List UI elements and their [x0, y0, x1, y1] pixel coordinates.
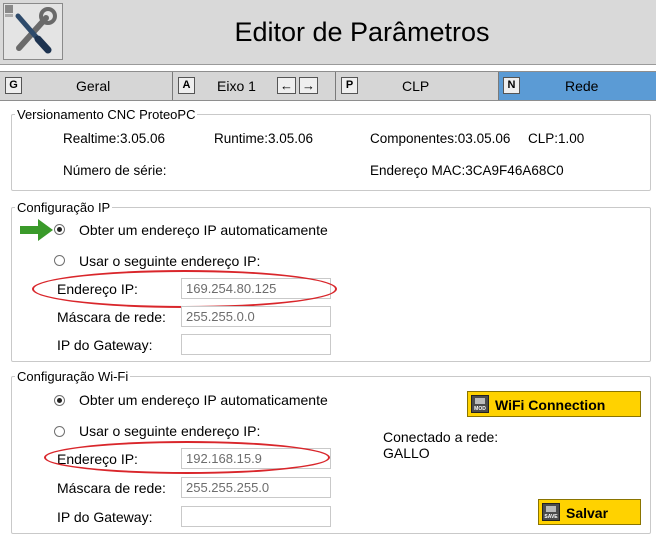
runtime-version: Runtime:3.05.06	[214, 131, 314, 146]
wifi-gateway-label: IP do Gateway:	[57, 509, 153, 525]
mod-icon: MOD	[471, 395, 489, 413]
highlight-oval	[44, 441, 330, 474]
subnet-mask-label: Máscara de rede:	[57, 309, 166, 325]
wifi-auto-label: Obter um endereço IP automaticamente	[79, 392, 328, 408]
tab-label: CLP	[402, 78, 430, 94]
tools-icon	[5, 5, 57, 54]
wifi-manual-radio[interactable]	[54, 426, 65, 437]
gateway-input[interactable]	[181, 334, 331, 355]
tab-rede[interactable]: N Rede	[499, 72, 656, 100]
tab-key-g: G	[5, 77, 22, 94]
wifi-subnet-mask-input[interactable]: 255.255.255.0	[181, 477, 331, 498]
ip-manual-radio[interactable]	[54, 255, 65, 266]
realtime-version: Realtime:3.05.06	[63, 131, 166, 146]
save-icon: SAVE	[542, 503, 560, 521]
wifi-gateway-input[interactable]	[181, 506, 331, 527]
serial-number-label: Número de série:	[63, 163, 167, 178]
tab-key-n: N	[503, 77, 520, 94]
mac-address: Endereço MAC:3CA9F46A68C0	[370, 163, 564, 178]
arrow-left-icon[interactable]: ←	[277, 77, 296, 94]
versioning-legend: Versionamento CNC ProteoPC	[17, 107, 196, 122]
ip-config-legend: Configuração IP	[17, 200, 111, 215]
tab-label: Rede	[565, 78, 599, 94]
gateway-label: IP do Gateway:	[57, 337, 153, 353]
connected-network-name: GALLO	[383, 445, 430, 461]
versioning-group: Versionamento CNC ProteoPC	[11, 107, 651, 191]
ip-manual-label: Usar o seguinte endereço IP:	[79, 253, 261, 269]
subnet-mask-input[interactable]: 255.255.0.0	[181, 306, 331, 327]
wifi-config-legend: Configuração Wi-Fi	[17, 369, 129, 384]
wifi-auto-radio[interactable]	[54, 395, 65, 406]
clp-version: CLP:1.00	[528, 131, 585, 146]
wifi-manual-label: Usar o seguinte endereço IP:	[79, 423, 261, 439]
green-arrow-icon	[20, 219, 53, 241]
tab-key-a: A	[178, 77, 195, 94]
tab-bar: G Geral A Eixo 1 ← → P CLP N Rede	[0, 71, 656, 101]
tab-eixo[interactable]: A Eixo 1 ← →	[173, 72, 335, 100]
wifi-subnet-mask-label: Máscara de rede:	[57, 480, 166, 496]
components-version: Componentes:03.05.06	[370, 131, 511, 146]
highlight-oval	[32, 270, 337, 308]
tab-geral[interactable]: G Geral	[0, 72, 172, 100]
wifi-connection-button[interactable]: MOD WiFi Connection	[467, 391, 641, 417]
connected-network-label: Conectado a rede:	[383, 429, 499, 445]
tab-label: Eixo 1	[217, 78, 256, 94]
tab-key-p: P	[341, 77, 358, 94]
page-title: Editor de Parâmetros	[234, 17, 490, 47]
ip-auto-label: Obter um endereço IP automaticamente	[79, 222, 328, 238]
tab-clp[interactable]: P CLP	[336, 72, 498, 100]
tab-label: Geral	[76, 78, 111, 94]
arrow-right-icon[interactable]: →	[299, 77, 318, 94]
save-button[interactable]: SAVE Salvar	[538, 499, 641, 525]
ip-auto-radio[interactable]	[54, 224, 65, 235]
app-logo	[3, 3, 63, 60]
